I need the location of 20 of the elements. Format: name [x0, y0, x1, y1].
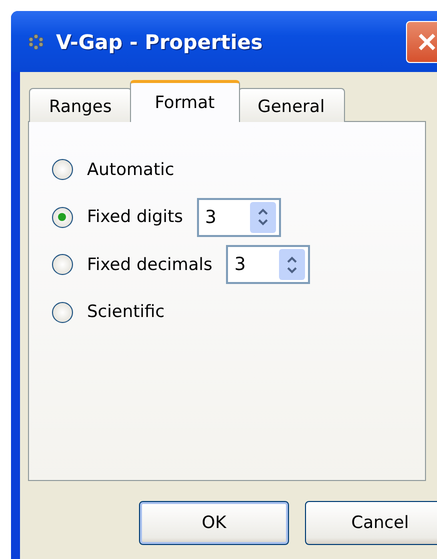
close-button[interactable] — [406, 20, 437, 62]
option-label[interactable]: Automatic — [87, 160, 174, 180]
radio-button[interactable] — [52, 302, 73, 323]
tab[interactable]: Ranges — [29, 88, 132, 122]
spinner-arrows-icon[interactable] — [250, 202, 276, 233]
dialog-button[interactable]: OK — [139, 501, 289, 545]
tab[interactable]: General — [238, 88, 345, 122]
tab[interactable]: Format — [130, 80, 240, 122]
dialog-button[interactable]: Cancel — [305, 501, 437, 545]
spinner-field[interactable]: 3 — [226, 245, 310, 284]
option-label[interactable]: Fixed decimals — [87, 254, 212, 275]
spinner-arrows-icon[interactable] — [279, 249, 306, 280]
radio-button[interactable] — [52, 206, 73, 228]
option-label[interactable]: Scientific — [87, 302, 165, 322]
option-label[interactable]: Fixed digits — [87, 207, 184, 228]
radio-button[interactable] — [52, 254, 73, 276]
window-title: V-Gap - Properties — [56, 30, 264, 54]
radio-button[interactable] — [52, 159, 73, 180]
gear-icon — [28, 34, 44, 50]
spinner-field[interactable]: 3 — [197, 198, 282, 237]
